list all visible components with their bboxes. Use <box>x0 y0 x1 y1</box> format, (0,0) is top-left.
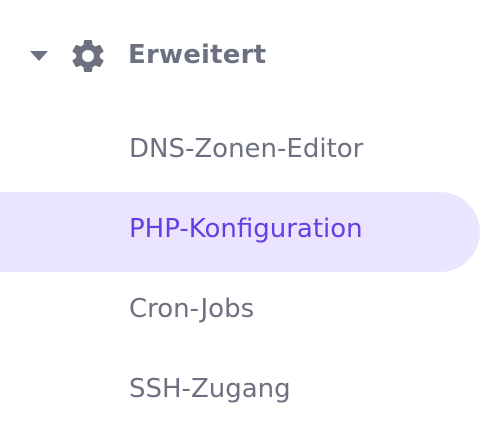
menu-item-ssh-access[interactable]: SSH-Zugang <box>0 352 480 432</box>
submenu: DNS-Zonen-Editor PHP-Konfiguration Cron-… <box>0 112 480 432</box>
menu-item-label: DNS-Zonen-Editor <box>129 134 364 164</box>
menu-item-label: PHP-Konfiguration <box>129 214 363 244</box>
menu-item-php-configuration[interactable]: PHP-Konfiguration <box>0 192 480 272</box>
section-title: Erweitert <box>128 40 267 70</box>
gear-icon <box>72 40 104 72</box>
menu-item-dns-zone-editor[interactable]: DNS-Zonen-Editor <box>0 112 480 192</box>
sidebar: Erweitert DNS-Zonen-Editor PHP-Konfigura… <box>0 0 504 434</box>
menu-item-cron-jobs[interactable]: Cron-Jobs <box>0 272 480 352</box>
menu-item-label: SSH-Zugang <box>129 374 291 404</box>
caret-down-icon <box>30 51 48 61</box>
section-toggle-erweitert[interactable]: Erweitert <box>0 24 480 88</box>
menu-item-label: Cron-Jobs <box>129 294 255 324</box>
